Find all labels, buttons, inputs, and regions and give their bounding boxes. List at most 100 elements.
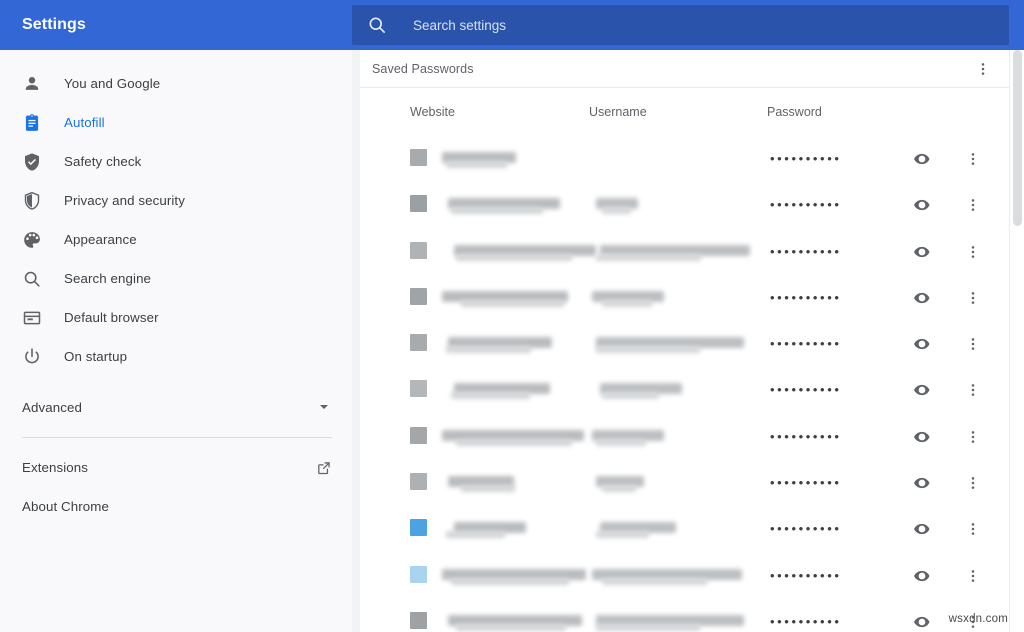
table-row[interactable]: •••••••••• [360,599,1009,632]
show-password-button[interactable] [910,286,934,310]
content-scrollbar[interactable] [1009,50,1024,632]
table-row[interactable]: •••••••••• [360,506,1009,552]
sidebar-item-default-browser[interactable]: Default browser [0,298,352,337]
eye-icon [914,524,930,535]
column-header-website: Website [410,105,455,119]
sidebar-item-autofill[interactable]: Autofill [0,103,352,142]
page-title: Settings [22,16,86,33]
sidebar-item-privacy-and-security[interactable]: Privacy and security [0,181,352,220]
website-value-redacted-2 [451,392,530,400]
sidebar-item-search-engine[interactable]: Search engine [0,259,352,298]
show-password-button[interactable] [910,240,934,264]
sidebar-advanced-label: Advanced [22,399,82,415]
password-masked-value: •••••••••• [770,567,842,583]
passwords-overflow-menu-button[interactable] [971,57,995,81]
website-value-redacted-2 [446,161,507,168]
more-vertical-icon [981,62,985,75]
password-masked-value: •••••••••• [770,613,842,629]
table-row[interactable]: •••••••••• [360,229,1009,275]
watermark: wsxdn.com [948,613,1008,625]
site-favicon [410,334,427,352]
username-value-redacted-2 [596,253,701,261]
row-overflow-menu-button[interactable] [961,425,985,449]
website-value-redacted-2 [451,577,569,585]
table-row[interactable]: •••••••••• [360,414,1009,460]
search-settings-box[interactable] [352,5,1009,45]
table-row[interactable]: •••••••••• [360,136,1009,182]
show-password-button[interactable] [910,471,934,495]
eye-icon [914,431,930,442]
column-header-password: Password [767,105,822,119]
show-password-button[interactable] [910,332,934,356]
password-masked-value: •••••••••• [770,428,842,444]
table-row[interactable]: •••••••••• [360,182,1009,228]
search-input[interactable] [413,17,933,33]
sidebar-bottom-list: Extensions About Chrome [0,438,352,526]
password-masked-value: •••••••••• [770,289,842,305]
table-row[interactable]: •••••••••• [360,275,1009,321]
row-overflow-menu-button[interactable] [961,471,985,495]
show-password-button[interactable] [910,425,934,449]
website-value-redacted-2 [461,485,515,493]
sidebar-item-safety-check[interactable]: Safety check [0,142,352,181]
site-favicon [410,195,427,213]
row-overflow-menu-button[interactable] [961,564,985,588]
saved-passwords-list: •••••••••• •••••••••• •••••••••• ••••••••••… [360,136,1009,632]
password-masked-value: •••••••••• [770,521,842,537]
site-favicon [410,380,427,398]
username-value-redacted-2 [602,299,652,307]
row-overflow-menu-button[interactable] [961,240,985,264]
more-vertical-icon [971,430,975,443]
username-value-redacted-2 [602,577,707,585]
row-overflow-menu-button[interactable] [961,332,985,356]
sidebar-item-extensions[interactable]: Extensions [0,448,352,487]
site-favicon [410,287,427,305]
sidebar-item-advanced[interactable]: Advanced [0,387,352,427]
passwords-column-headers: Website Username Password [360,88,1009,136]
password-masked-value: •••••••••• [770,382,842,398]
scrollbar-thumb[interactable] [1013,50,1022,226]
row-overflow-menu-button[interactable] [961,517,985,541]
password-masked-value: •••••••••• [770,475,842,491]
show-password-button[interactable] [910,610,934,632]
table-row[interactable]: •••••••••• [360,460,1009,506]
column-header-username: Username [589,105,647,119]
sidebar-item-appearance[interactable]: Appearance [0,220,352,259]
row-overflow-menu-button[interactable] [961,193,985,217]
row-overflow-menu-button[interactable] [961,286,985,310]
sidebar-item-about-chrome[interactable]: About Chrome [0,487,352,526]
show-password-button[interactable] [910,193,934,217]
sidebar-item-you-and-google[interactable]: You and Google [0,64,352,103]
show-password-button[interactable] [910,378,934,402]
username-value-redacted-2 [596,438,646,446]
search-icon [24,271,40,287]
show-password-button[interactable] [910,147,934,171]
more-vertical-icon [971,338,975,351]
shield-check-icon [25,152,39,171]
table-row[interactable]: •••••••••• [360,321,1009,367]
site-favicon [410,565,427,583]
row-overflow-menu-button[interactable] [961,378,985,402]
sidebar-item-on-startup[interactable]: On startup [0,337,352,376]
username-value-redacted-2 [602,207,631,215]
table-row[interactable]: •••••••••• [360,367,1009,413]
row-overflow-menu-button[interactable] [961,147,985,171]
table-row[interactable]: •••••••••• [360,553,1009,599]
site-favicon [410,241,427,259]
show-password-button[interactable] [910,517,934,541]
eye-icon [914,339,930,350]
more-vertical-icon [971,153,975,165]
external-link-icon [318,461,330,474]
more-vertical-icon [971,523,975,536]
eye-icon [914,153,930,165]
username-value-redacted-2 [596,531,649,539]
sidebar-item-label: About Chrome [22,499,109,514]
sidebar-item-label: Appearance [64,232,137,247]
show-password-button[interactable] [910,564,934,588]
eye-icon [914,570,930,581]
eye-icon [914,385,930,396]
chevron-down-icon [320,405,328,409]
username-value-redacted-2 [596,346,700,354]
sidebar-content-gap [352,50,360,632]
website-value-redacted-2 [446,346,531,354]
